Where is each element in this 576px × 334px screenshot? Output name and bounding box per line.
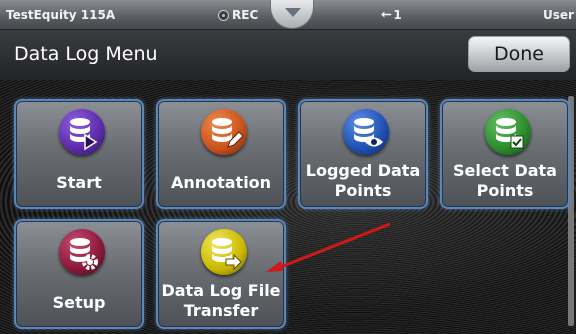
data-log-file-transfer-tile[interactable]: Data Log File Transfer (156, 219, 286, 329)
record-icon (218, 9, 229, 21)
database-play-icon (59, 109, 105, 155)
chevron-down-icon (285, 8, 301, 17)
annotation-tile[interactable]: Annotation (156, 99, 286, 209)
usb-icon: ⭠ (381, 7, 392, 22)
usb-count: 1 (393, 7, 402, 22)
database-check-icon (485, 109, 531, 155)
setup-tile[interactable]: Setup (14, 219, 144, 329)
database-gear-icon (59, 229, 105, 275)
select-data-points-tile[interactable]: Select Data Points (440, 99, 570, 209)
usb-indicator: ⭠ 1 (381, 7, 402, 22)
database-eye-icon (343, 109, 389, 155)
done-button[interactable]: Done (468, 36, 570, 72)
status-bar: TestEquity 115A REC ⭠ 1 User (0, 0, 576, 30)
record-indicator[interactable]: REC (218, 8, 258, 22)
user-label[interactable]: User (543, 8, 574, 22)
annotation-label: Annotation (170, 173, 272, 192)
start-label: Start (56, 173, 102, 192)
setup-label: Setup (52, 293, 106, 312)
header-bar: Data Log Menu Done (0, 30, 576, 80)
data-log-file-transfer-label: Data Log File Transfer (161, 281, 281, 320)
select-data-points-label: Select Data Points (453, 161, 557, 200)
device-title: TestEquity 115A (6, 8, 116, 22)
database-pencil-icon (201, 109, 247, 155)
database-transfer-icon (201, 229, 247, 275)
logged-data-points-tile[interactable]: Logged Data Points (298, 99, 428, 209)
logged-data-points-label: Logged Data Points (305, 161, 421, 200)
pulldown-tab[interactable] (270, 0, 314, 29)
page-title: Data Log Menu (14, 43, 158, 65)
record-label: REC (232, 8, 259, 22)
start-tile[interactable]: Start (14, 99, 144, 209)
